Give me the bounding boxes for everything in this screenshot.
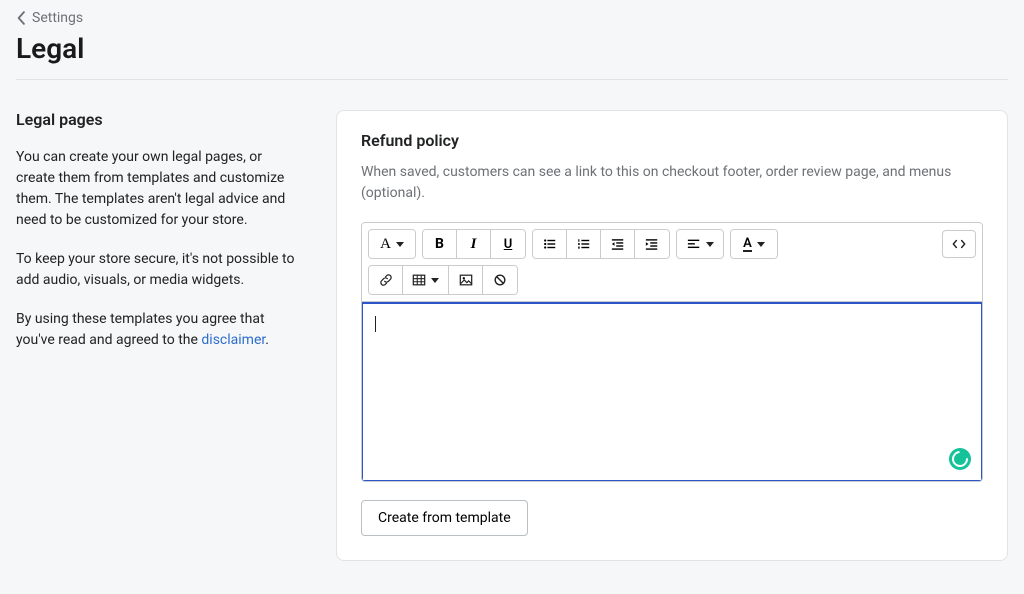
underline-button[interactable]: U	[491, 230, 525, 258]
font-letter-icon: A	[380, 236, 391, 253]
chevron-down-icon	[706, 242, 714, 247]
disclaimer-link[interactable]: disclaimer	[201, 332, 265, 348]
rich-text-editor: A B I U	[361, 222, 983, 482]
create-from-template-button[interactable]: Create from template	[361, 500, 528, 536]
html-view-button[interactable]	[942, 230, 976, 258]
outdent-icon	[611, 237, 625, 251]
italic-button[interactable]: I	[457, 230, 491, 258]
header-divider	[16, 79, 1008, 80]
bold-button[interactable]: B	[423, 230, 457, 258]
breadcrumb-label: Settings	[32, 10, 83, 26]
table-icon	[412, 273, 426, 287]
breadcrumb-back[interactable]: Settings	[16, 10, 1008, 26]
grammarly-icon[interactable]	[949, 448, 971, 470]
bullet-list-icon	[543, 237, 557, 251]
editor-textarea[interactable]	[361, 302, 983, 482]
bullet-list-button[interactable]	[533, 230, 567, 258]
indent-button[interactable]	[635, 230, 669, 258]
image-icon	[459, 273, 473, 287]
no-symbol-icon	[493, 273, 507, 287]
chevron-down-icon	[431, 278, 439, 283]
chevron-down-icon	[757, 242, 765, 247]
text-color-dropdown[interactable]: A	[731, 230, 777, 258]
text-color-icon: A	[743, 237, 752, 252]
card-heading: Refund policy	[361, 131, 983, 150]
chevron-left-icon	[16, 11, 26, 25]
link-icon	[379, 273, 393, 287]
table-dropdown[interactable]	[403, 266, 449, 294]
sidebar-heading: Legal pages	[16, 110, 296, 129]
sidebar-paragraph-2: To keep your store secure, it's not poss…	[16, 249, 296, 291]
numbered-list-button[interactable]	[567, 230, 601, 258]
outdent-button[interactable]	[601, 230, 635, 258]
editor-toolbar: A B I U	[362, 223, 982, 302]
sidebar-paragraph-3: By using these templates you agree that …	[16, 309, 296, 351]
sidebar-explainer: Legal pages You can create your own lega…	[16, 110, 296, 561]
image-button[interactable]	[449, 266, 483, 294]
numbered-list-icon	[577, 237, 591, 251]
align-dropdown[interactable]	[677, 230, 723, 258]
sidebar-paragraph-1: You can create your own legal pages, or …	[16, 147, 296, 231]
chevron-down-icon	[396, 242, 404, 247]
font-style-dropdown[interactable]: A	[369, 230, 415, 258]
refund-policy-card: Refund policy When saved, customers can …	[336, 110, 1008, 561]
link-button[interactable]	[369, 266, 403, 294]
clear-formatting-button[interactable]	[483, 266, 517, 294]
card-description: When saved, customers can see a link to …	[361, 162, 983, 204]
code-icon	[952, 237, 966, 251]
page-title: Legal	[16, 32, 1008, 65]
align-left-icon	[687, 237, 701, 251]
text-cursor	[375, 316, 376, 332]
indent-icon	[645, 237, 659, 251]
